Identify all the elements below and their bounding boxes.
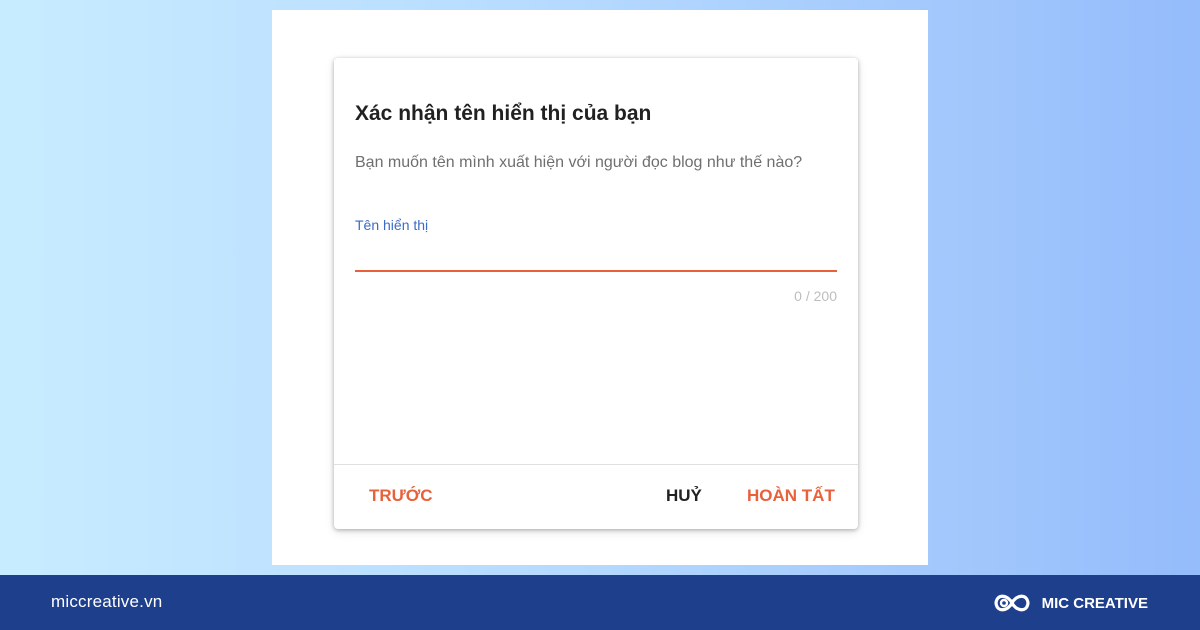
display-name-input[interactable] bbox=[355, 244, 837, 272]
cancel-button[interactable]: HUỶ bbox=[666, 481, 702, 511]
finish-button[interactable]: HOÀN TẤT bbox=[747, 481, 835, 511]
dialog-description: Bạn muốn tên mình xuất hiện với người đọ… bbox=[355, 154, 803, 171]
character-counter: 0 / 200 bbox=[794, 288, 837, 304]
screenshot-panel: Xác nhận tên hiển thị của bạn Bạn muốn t… bbox=[272, 10, 928, 565]
infinity-loop-logo-icon bbox=[993, 594, 1030, 612]
display-name-label: Tên hiển thị bbox=[355, 217, 429, 233]
footer-bar: miccreative.vn MIC CREATIVE bbox=[0, 575, 1200, 630]
dialog-title: Xác nhận tên hiển thị của bạn bbox=[355, 102, 652, 125]
brand-name: MIC CREATIVE bbox=[1041, 594, 1148, 612]
display-name-dialog: Xác nhận tên hiển thị của bạn Bạn muốn t… bbox=[334, 58, 858, 529]
dialog-divider bbox=[334, 464, 858, 465]
previous-button[interactable]: TRƯỚC bbox=[369, 481, 433, 511]
brand: MIC CREATIVE bbox=[992, 587, 1148, 619]
site-url: miccreative.vn bbox=[51, 592, 163, 611]
